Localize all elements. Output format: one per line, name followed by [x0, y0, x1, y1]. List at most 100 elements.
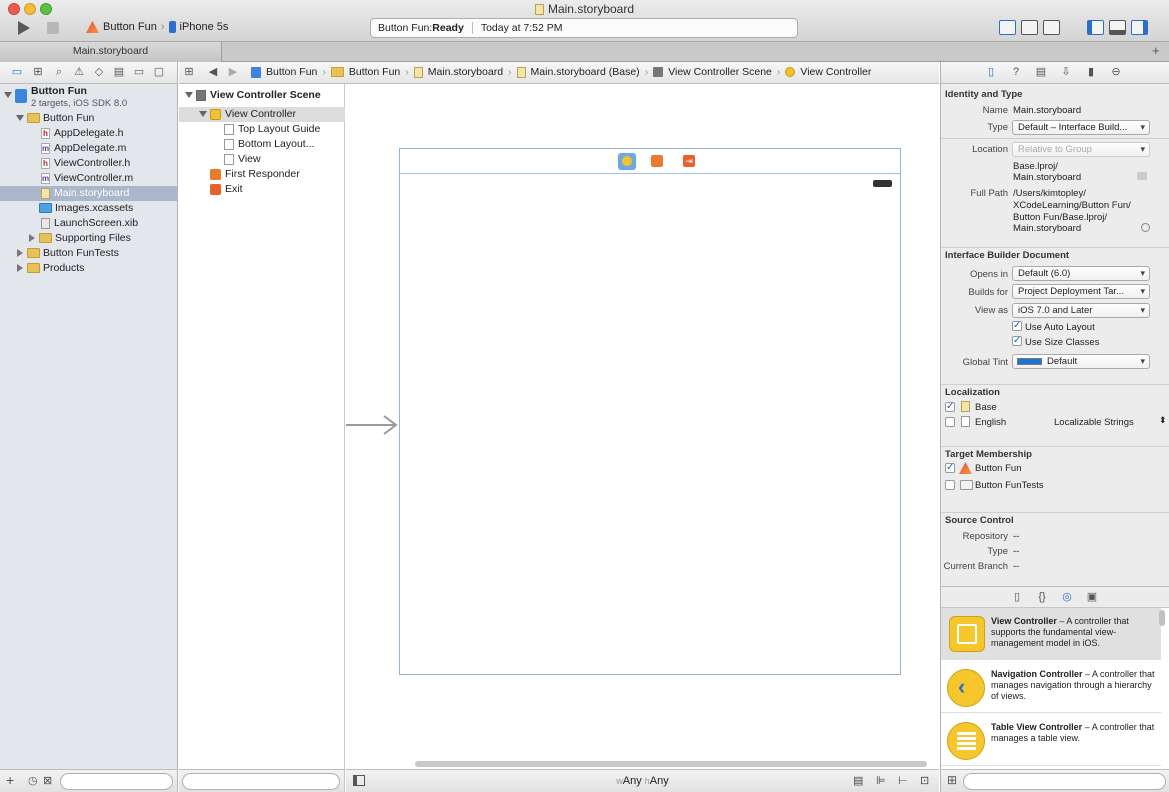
test-icon[interactable]: ◇: [93, 66, 105, 78]
breadcrumb-item[interactable]: Button Fun: [349, 66, 400, 78]
library-item-name: Table View Controller: [991, 722, 1083, 732]
assistant-editor-button[interactable]: [1021, 20, 1038, 35]
outline-item[interactable]: Top Layout Guide: [179, 122, 345, 137]
library-item[interactable]: Table View Controller – A controller tha…: [941, 714, 1161, 766]
size-class-control[interactable]: wAny hAny: [346, 775, 939, 787]
search-icon[interactable]: ⌕: [53, 66, 65, 78]
view-controller-scene[interactable]: [399, 148, 901, 675]
back-icon[interactable]: ◀: [207, 66, 219, 78]
add-icon[interactable]: +: [6, 772, 14, 788]
stepper-icon[interactable]: ⬍: [1159, 415, 1167, 426]
use-size-classes-checkbox[interactable]: ✓: [1012, 336, 1022, 346]
library-scrollbar[interactable]: [1159, 610, 1165, 626]
outline-filter-input[interactable]: [182, 773, 340, 790]
list-item[interactable]: h AppDelegate.h: [0, 126, 178, 141]
run-button[interactable]: [18, 21, 30, 35]
navigator-toggle-button[interactable]: [1087, 20, 1104, 35]
grid-view-icon[interactable]: ⊞: [947, 773, 957, 787]
list-item[interactable]: Button Fun: [0, 111, 178, 126]
list-item[interactable]: LaunchScreen.xib: [0, 216, 178, 231]
outline-item[interactable]: View: [179, 152, 345, 167]
source-control-filter-icon[interactable]: ⊠: [43, 774, 52, 787]
log-icon[interactable]: ▢: [153, 66, 165, 78]
identity-inspector-icon[interactable]: ▤: [1035, 66, 1047, 78]
first-responder-icon[interactable]: [651, 155, 663, 167]
version-editor-button[interactable]: [1043, 20, 1060, 35]
outline-item[interactable]: Exit: [179, 182, 345, 197]
connections-inspector-icon[interactable]: ⊖: [1110, 66, 1122, 78]
list-item[interactable]: Products: [0, 261, 178, 276]
warning-icon[interactable]: ⚠: [73, 66, 85, 78]
stop-button[interactable]: [47, 22, 59, 34]
related-items-icon[interactable]: ⊞: [183, 66, 195, 78]
reveal-in-finder-icon[interactable]: [1141, 223, 1150, 232]
outline-scene[interactable]: View Controller Scene: [179, 88, 345, 103]
field-label: Current Branch: [943, 561, 1008, 572]
global-tint-popup[interactable]: Default: [1012, 354, 1150, 369]
resolve-auto-layout-icon[interactable]: ⊡: [920, 774, 929, 787]
type-popup[interactable]: Default – Interface Build...: [1012, 120, 1150, 135]
file-inspector-icon[interactable]: ▯: [985, 66, 997, 78]
attributes-inspector-icon[interactable]: ⇩: [1060, 66, 1072, 78]
view-controller-dock-icon[interactable]: [618, 153, 636, 170]
localization-english-checkbox[interactable]: [945, 417, 955, 427]
exit-icon[interactable]: ⇥: [683, 155, 695, 167]
project-root[interactable]: Button Fun 2 targets, iOS SDK 8.0: [0, 85, 178, 112]
list-item[interactable]: Supporting Files: [0, 231, 178, 246]
breadcrumb-item[interactable]: Button Fun: [266, 66, 317, 78]
forward-icon[interactable]: ▶: [227, 66, 239, 78]
size-inspector-icon[interactable]: ▮: [1085, 66, 1097, 78]
media-library-icon[interactable]: ▣: [1086, 591, 1098, 603]
folder-icon[interactable]: ▭: [11, 66, 23, 78]
file-template-icon[interactable]: ▯: [1011, 591, 1023, 603]
list-item[interactable]: m ViewController.m: [0, 171, 178, 186]
initial-view-controller-arrow[interactable]: [346, 415, 398, 435]
list-item[interactable]: h ViewController.h: [0, 156, 178, 171]
localization-base: Base: [975, 402, 997, 413]
align-icon[interactable]: ⊫: [876, 774, 886, 787]
list-item[interactable]: Button FunTests: [0, 246, 178, 261]
scheme-selector[interactable]: Button Fun › iPhone 5s: [86, 21, 228, 33]
library-filter-input[interactable]: [963, 773, 1166, 790]
stack-icon[interactable]: ▤: [853, 774, 863, 787]
builds-for-popup[interactable]: Project Deployment Tar...: [1012, 284, 1150, 299]
navigator-filter-input[interactable]: [60, 773, 173, 790]
outline-item[interactable]: View Controller: [179, 107, 345, 122]
battery-icon: [873, 180, 892, 187]
quick-help-icon[interactable]: ?: [1010, 66, 1022, 78]
list-item[interactable]: Main.storyboard: [0, 186, 178, 201]
outline-item[interactable]: Bottom Layout...: [179, 137, 345, 152]
breakpoint-icon[interactable]: ▭: [133, 66, 145, 78]
localization-base-checkbox[interactable]: ✓: [945, 402, 955, 412]
pin-icon[interactable]: ⊢: [898, 774, 908, 787]
standard-editor-button[interactable]: [999, 20, 1016, 35]
breadcrumb-item[interactable]: Main.storyboard (Base): [531, 66, 640, 78]
location-popup[interactable]: Relative to Group: [1012, 142, 1150, 157]
debug-area-toggle-button[interactable]: [1109, 20, 1126, 35]
field-label: Opens in: [969, 269, 1008, 280]
view-as-popup[interactable]: iOS 7.0 and Later: [1012, 303, 1150, 318]
list-item[interactable]: Images.xcassets: [0, 201, 178, 216]
folder-icon[interactable]: [1137, 172, 1147, 180]
debug-icon[interactable]: ▤: [113, 66, 125, 78]
breadcrumb-item[interactable]: View Controller Scene: [668, 66, 772, 78]
utilities-toggle-button[interactable]: [1131, 20, 1148, 35]
library-item[interactable]: View Controller – A controller that supp…: [941, 608, 1161, 660]
breadcrumb-item[interactable]: Main.storyboard: [428, 66, 503, 78]
use-auto-layout-checkbox[interactable]: ✓: [1012, 321, 1022, 331]
tab-main-storyboard[interactable]: Main.storyboard: [0, 42, 222, 62]
target-tests-checkbox[interactable]: [945, 480, 955, 490]
library-item[interactable]: ‹ Navigation Controller – A controller t…: [941, 661, 1161, 713]
target-button-fun-checkbox[interactable]: ✓: [945, 463, 955, 473]
opens-in-popup[interactable]: Default (6.0): [1012, 266, 1150, 281]
add-tab-button[interactable]: +: [1152, 43, 1160, 58]
breadcrumb-item[interactable]: View Controller: [800, 66, 871, 78]
object-library-icon[interactable]: ◎: [1061, 591, 1073, 603]
localizable-strings-popup[interactable]: Localizable Strings: [1054, 417, 1134, 428]
horizontal-scrollbar[interactable]: [415, 761, 927, 767]
code-snippet-icon[interactable]: {}: [1036, 591, 1048, 603]
recent-files-icon[interactable]: ◷: [28, 774, 38, 787]
outline-item[interactable]: First Responder: [179, 167, 345, 182]
symbol-icon[interactable]: ⊞: [32, 66, 44, 78]
list-item[interactable]: m AppDelegate.m: [0, 141, 178, 156]
